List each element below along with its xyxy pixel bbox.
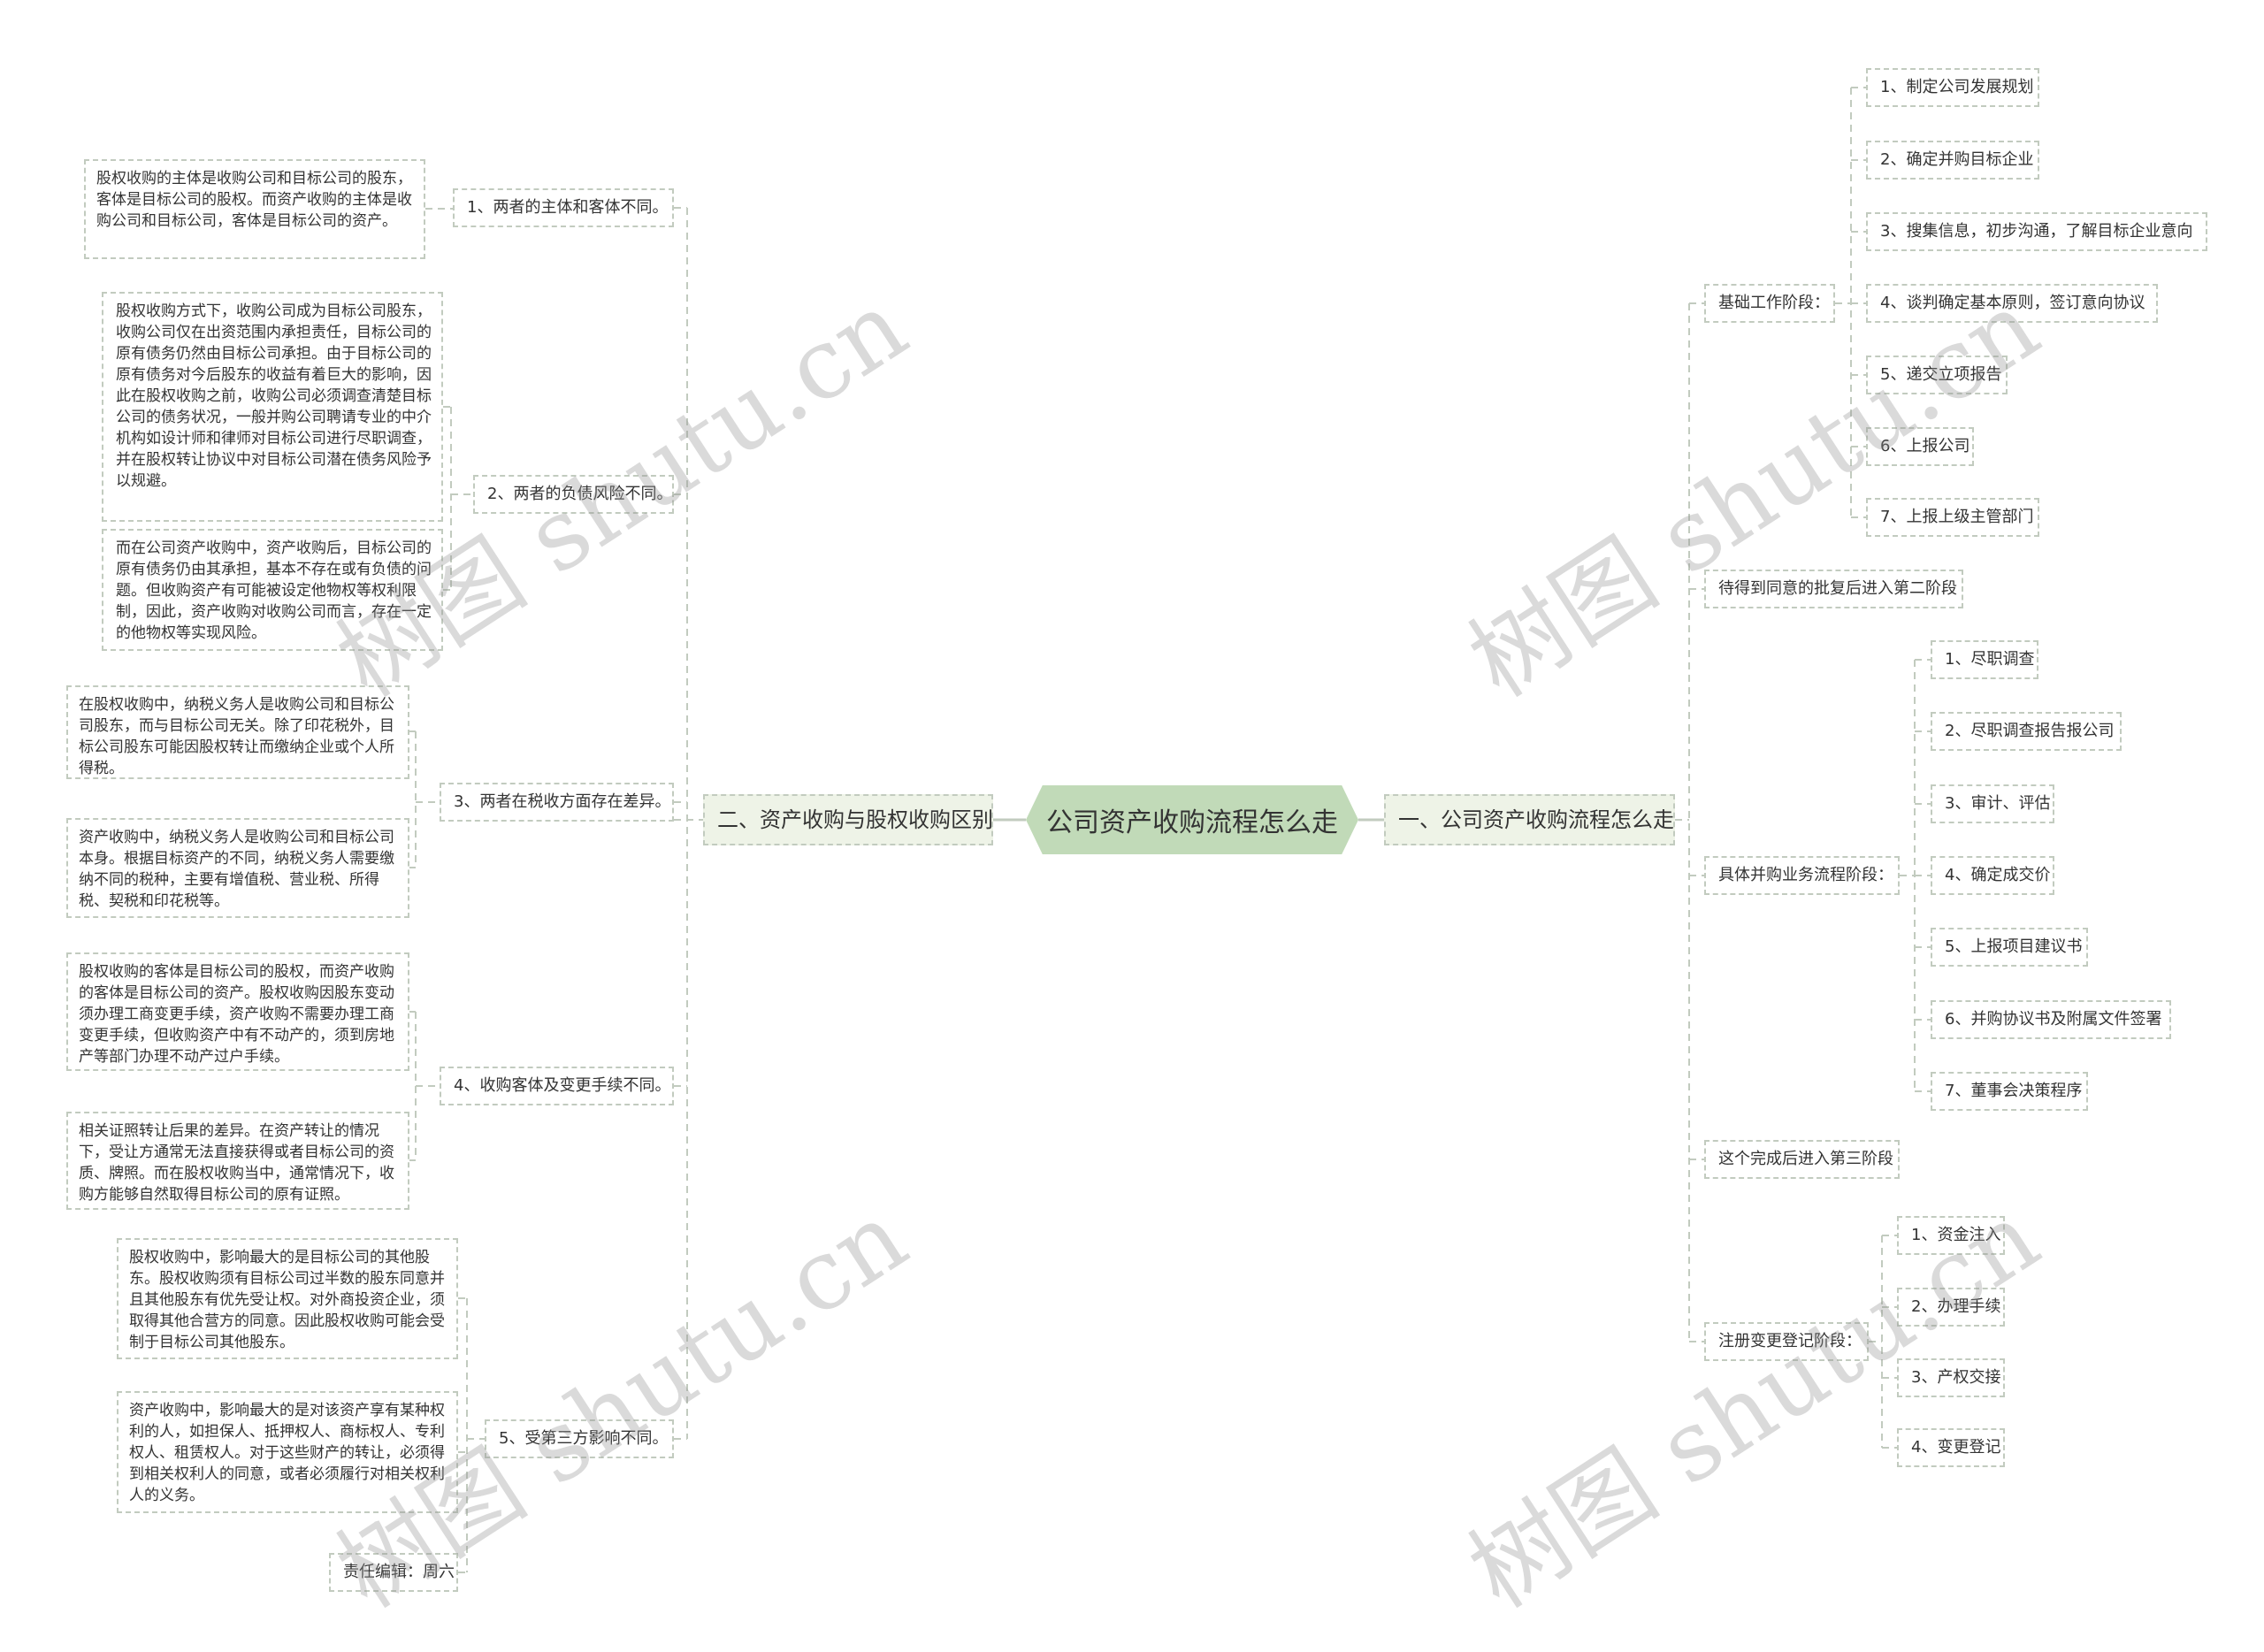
step-item[interactable]: 1、尽职调查	[1931, 640, 2038, 679]
stage-label: 待得到同意的批复后进入第二阶段	[1718, 579, 1957, 598]
step-label: 3、搜集信息，初步沟通，了解目标企业意向	[1880, 222, 2193, 241]
step-item[interactable]: 7、上报上级主管部门	[1866, 498, 2039, 537]
editor-text: 责任编辑：周六	[343, 1563, 455, 1581]
step-label: 5、递交立项报告	[1880, 365, 2002, 384]
detail-text: 相关证照转让后果的差异。在资产转让的情况下，受让方通常无法直接获得或者目标公司的…	[66, 1112, 409, 1210]
stage-basic-work[interactable]: 基础工作阶段：	[1704, 284, 1835, 323]
item-label: 4、收购客体及变更手续不同。	[454, 1076, 671, 1095]
step-item[interactable]: 4、变更登记	[1897, 1428, 2005, 1467]
step-label: 1、制定公司发展规划	[1880, 78, 2034, 96]
left-item-third-party[interactable]: 5、受第三方影响不同。	[485, 1419, 674, 1458]
step-label: 1、资金注入	[1911, 1226, 2001, 1244]
step-item[interactable]: 7、董事会决策程序	[1931, 1072, 2088, 1111]
step-item[interactable]: 3、审计、评估	[1931, 784, 2054, 823]
step-item[interactable]: 6、并购协议书及附属文件签署	[1931, 1000, 2171, 1039]
detail-text: 而在公司资产收购中，资产收购后，目标公司的原有债务仍由其承担，基本不存在或有负债…	[102, 529, 443, 651]
step-label: 3、审计、评估	[1945, 794, 2051, 813]
left-item-debt-risk[interactable]: 2、两者的负债风险不同。	[473, 475, 674, 514]
item-label: 5、受第三方影响不同。	[499, 1429, 669, 1448]
step-label: 3、产权交接	[1911, 1368, 2001, 1387]
step-item[interactable]: 1、制定公司发展规划	[1866, 68, 2039, 107]
left-branch-node[interactable]: 二、资产收购与股权收购区别	[703, 794, 993, 845]
item-label: 3、两者在税收方面存在差异。	[454, 792, 671, 811]
stage-label: 这个完成后进入第三阶段	[1718, 1150, 1893, 1168]
right-branch-title: 一、公司资产收购流程怎么走	[1398, 807, 1674, 832]
step-item[interactable]: 6、上报公司	[1866, 427, 1974, 466]
step-item[interactable]: 3、搜集信息，初步沟通，了解目标企业意向	[1866, 212, 2207, 251]
step-label: 7、董事会决策程序	[1945, 1082, 2083, 1100]
left-item-procedures[interactable]: 4、收购客体及变更手续不同。	[440, 1067, 674, 1105]
step-label: 6、并购协议书及附属文件签署	[1945, 1010, 2162, 1029]
detail-text: 股权收购的客体是目标公司的股权，而资产收购的客体是目标公司的资产。股权收购因股东…	[66, 952, 409, 1071]
editor-credit: 责任编辑：周六	[329, 1553, 458, 1592]
step-label: 5、上报项目建议书	[1945, 937, 2083, 956]
stage-label: 具体并购业务流程阶段：	[1718, 866, 1893, 884]
step-label: 4、确定成交价	[1945, 866, 2051, 884]
step-item[interactable]: 2、确定并购目标企业	[1866, 141, 2039, 180]
root-node[interactable]: 公司资产收购流程怎么走	[1026, 785, 1358, 854]
step-label: 6、上报公司	[1880, 437, 1970, 455]
left-branch-title: 二、资产收购与股权收购区别	[717, 807, 993, 832]
step-label: 2、办理手续	[1911, 1297, 2001, 1316]
detail-text: 资产收购中，影响最大的是对该资产享有某种权利的人，如担保人、抵押权人、商标权人、…	[117, 1391, 458, 1513]
stage-label: 基础工作阶段：	[1718, 294, 1830, 312]
step-item[interactable]: 5、递交立项报告	[1866, 356, 2008, 394]
right-branch-node[interactable]: 一、公司资产收购流程怎么走	[1384, 794, 1675, 845]
step-label: 4、谈判确定基本原则，签订意向协议	[1880, 294, 2145, 312]
detail-text: 股权收购方式下，收购公司成为目标公司股东，收购公司仅在出资范围内承担责任，目标公…	[102, 292, 443, 522]
step-item[interactable]: 4、谈判确定基本原则，签订意向协议	[1866, 284, 2158, 323]
step-label: 7、上报上级主管部门	[1880, 508, 2034, 526]
step-item[interactable]: 1、资金注入	[1897, 1216, 2005, 1255]
item-label: 2、两者的负债风险不同。	[487, 485, 673, 503]
step-item[interactable]: 3、产权交接	[1897, 1358, 2005, 1397]
step-item[interactable]: 2、办理手续	[1897, 1288, 2005, 1327]
step-label: 4、变更登记	[1911, 1438, 2001, 1457]
stage-registration[interactable]: 注册变更登记阶段：	[1704, 1322, 1869, 1361]
step-item[interactable]: 5、上报项目建议书	[1931, 928, 2088, 967]
item-label: 1、两者的主体和客体不同。	[467, 198, 669, 217]
stage-business-process[interactable]: 具体并购业务流程阶段：	[1704, 856, 1900, 895]
detail-text: 在股权收购中，纳税义务人是收购公司和目标公司股东，而与目标公司无关。除了印花税外…	[66, 685, 409, 779]
left-item-subject-object[interactable]: 1、两者的主体和客体不同。	[453, 188, 674, 227]
detail-text: 资产收购中，纳税义务人是收购公司和目标公司本身。根据目标资产的不同，纳税义务人需…	[66, 818, 409, 918]
step-item[interactable]: 2、尽职调查报告报公司	[1931, 712, 2122, 751]
stage-note-third[interactable]: 这个完成后进入第三阶段	[1704, 1140, 1900, 1179]
stage-label: 注册变更登记阶段：	[1718, 1332, 1862, 1350]
left-item-tax[interactable]: 3、两者在税收方面存在差异。	[440, 783, 674, 822]
stage-note-second[interactable]: 待得到同意的批复后进入第二阶段	[1704, 570, 1963, 608]
step-item[interactable]: 4、确定成交价	[1931, 856, 2054, 895]
root-title: 公司资产收购流程怎么走	[1046, 807, 1338, 838]
detail-text: 股权收购的主体是收购公司和目标公司的股东，客体是目标公司的股权。而资产收购的主体…	[84, 159, 425, 259]
step-label: 2、尽职调查报告报公司	[1945, 722, 2115, 740]
step-label: 1、尽职调查	[1945, 650, 2035, 669]
detail-text: 股权收购中，影响最大的是目标公司的其他股东。股权收购须有目标公司过半数的股东同意…	[117, 1238, 458, 1359]
step-label: 2、确定并购目标企业	[1880, 150, 2034, 169]
